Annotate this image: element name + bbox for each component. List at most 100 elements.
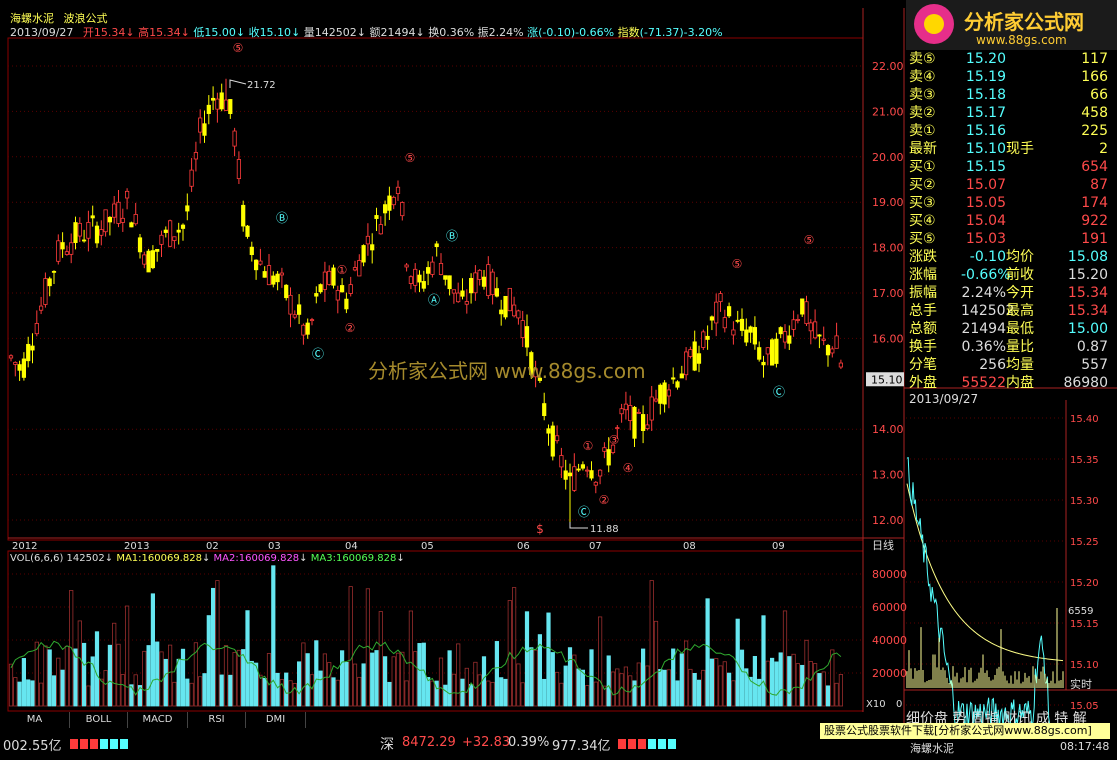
- stat-row[interactable]: 分笔 256 均量 557: [906, 356, 1108, 374]
- site-logo: 分析家公式网 www.88gs.com: [906, 0, 1117, 50]
- latest-label: 最新: [909, 141, 937, 157]
- open-value: 15.34: [93, 26, 126, 39]
- sell-row[interactable]: 卖② 15.17 458: [906, 104, 1108, 122]
- volume-bar: [615, 668, 620, 707]
- volume-bar: [473, 661, 478, 707]
- candle-body: [623, 403, 629, 411]
- tab-macd[interactable]: MACD: [128, 712, 188, 728]
- latest-row[interactable]: 最新 15.10 现手 2: [906, 140, 1108, 158]
- index-label: 指数: [617, 26, 640, 39]
- volume-bar: [335, 679, 340, 707]
- candle-body: [838, 362, 844, 368]
- candle-body: [821, 338, 826, 341]
- buy-row[interactable]: 买④ 15.04 922: [906, 212, 1108, 230]
- promo-banner[interactable]: 股票公式股票软件下载[分析家公式网www.88gs.com]: [820, 723, 1110, 739]
- buy-volume: 87: [1090, 177, 1108, 193]
- candle-body: [344, 298, 349, 310]
- latest-price: 15.10: [965, 141, 1006, 157]
- tab-rsi[interactable]: RSI: [188, 712, 246, 728]
- volume-bar: [731, 680, 736, 707]
- wave-marker: Ⓑ: [446, 229, 458, 243]
- volume-bar: [34, 641, 39, 707]
- stat-value-2: 0.87: [1076, 339, 1108, 355]
- vol-indicator-label[interactable]: VOL(6,6,6): [10, 553, 63, 564]
- buy-row[interactable]: 买② 15.07 87: [906, 176, 1108, 194]
- realtime-label[interactable]: 实时: [1070, 676, 1092, 692]
- candle-body: [245, 225, 250, 237]
- wave-marker: Ⓐ: [428, 293, 440, 307]
- status-market[interactable]: 深: [380, 734, 394, 754]
- candle-body: [834, 335, 839, 349]
- volume-bar: [223, 645, 229, 707]
- price-tick-label: 13.00: [872, 469, 904, 482]
- candle-body: [69, 242, 74, 255]
- stat-row[interactable]: 换手 0.36% 量比 0.87: [906, 338, 1108, 356]
- candle-body: [296, 304, 302, 315]
- volume-bar: [357, 676, 362, 707]
- volume-bar: [456, 643, 461, 707]
- tab-boll[interactable]: BOLL: [70, 712, 128, 728]
- volume-bar: [696, 679, 702, 707]
- stat-row[interactable]: 外盘 55522 内盘 86980: [906, 374, 1108, 392]
- buy-row[interactable]: 买③ 15.05 174: [906, 194, 1108, 212]
- volume-bar: [30, 680, 35, 707]
- high-value: 15.34: [149, 26, 181, 39]
- volume-bar: [825, 685, 831, 707]
- buy-row[interactable]: 买⑤ 15.03 191: [906, 230, 1108, 248]
- stat-value-2: 15.20: [1067, 267, 1108, 283]
- time-axis-label: 04: [345, 541, 358, 552]
- volume-bar: [464, 667, 469, 707]
- time-axis-label: 08: [683, 541, 696, 552]
- stat-row[interactable]: 振幅 2.24% 今开 15.34: [906, 284, 1108, 302]
- volume-bar: [146, 645, 151, 707]
- stat-value: 2.24%: [961, 285, 1006, 301]
- status-index-pct: 0.39%: [508, 735, 550, 750]
- sell-volume: 117: [1081, 51, 1108, 67]
- volume-bar: [782, 610, 788, 707]
- sell-row[interactable]: 卖③ 15.18 66: [906, 86, 1108, 104]
- sell-row[interactable]: 卖① 15.16 225: [906, 122, 1108, 140]
- volume-bar: [714, 658, 719, 707]
- candle-body: [120, 217, 125, 223]
- candle-body: [382, 204, 388, 214]
- sell-volume: 166: [1081, 69, 1108, 85]
- stat-row[interactable]: 涨幅 -0.66% 前收 15.20: [906, 266, 1108, 284]
- volume-bar: [684, 640, 689, 707]
- stat-label-2: 最低: [1006, 321, 1034, 337]
- candle-body: [490, 271, 495, 295]
- candle-body: [653, 398, 659, 402]
- candle-body: [671, 377, 676, 380]
- tab-dmi[interactable]: DMI: [246, 712, 306, 728]
- stat-label: 外盘: [909, 375, 937, 391]
- stat-row[interactable]: 涨跌 -0.10 均价 15.08: [906, 248, 1108, 266]
- volume-bar: [585, 685, 590, 707]
- volume-bar: [761, 615, 766, 707]
- volume-bar: [202, 673, 207, 707]
- volume-bar: [391, 656, 396, 707]
- stat-value: -0.10: [969, 249, 1006, 265]
- stat-label: 换手: [909, 339, 937, 355]
- sell-row[interactable]: 卖⑤ 15.20 117: [906, 50, 1108, 68]
- period-label[interactable]: 日线: [872, 538, 894, 552]
- candle-body: [735, 319, 740, 322]
- ohlc-row: 2013/09/27 开15.34↓ 高15.34↓ 低15.00↓ 收15.1…: [10, 26, 723, 39]
- stat-row[interactable]: 总额 21494 最低 15.00: [906, 320, 1108, 338]
- candle-body: [258, 260, 263, 265]
- candle-body: [64, 251, 69, 255]
- volume-bar: [172, 681, 177, 707]
- buy-row[interactable]: 买① 15.15 654: [906, 158, 1108, 176]
- candle-body: [739, 318, 745, 331]
- buy-volume: 654: [1081, 159, 1108, 175]
- candle-body: [507, 287, 512, 312]
- stat-row[interactable]: 总手 142502 最高 15.34: [906, 302, 1108, 320]
- tab-ma[interactable]: MA: [0, 712, 70, 728]
- candle-body: [43, 278, 48, 305]
- status-index-change: +32.83: [462, 735, 511, 750]
- candle-body: [77, 222, 82, 237]
- volume-bar: [387, 681, 392, 707]
- wave-marker: ①: [337, 263, 348, 277]
- candle-body: [47, 278, 52, 287]
- sell-row[interactable]: 卖④ 15.19 166: [906, 68, 1108, 86]
- candle-body: [60, 242, 65, 250]
- volume-label: 量: [303, 26, 315, 39]
